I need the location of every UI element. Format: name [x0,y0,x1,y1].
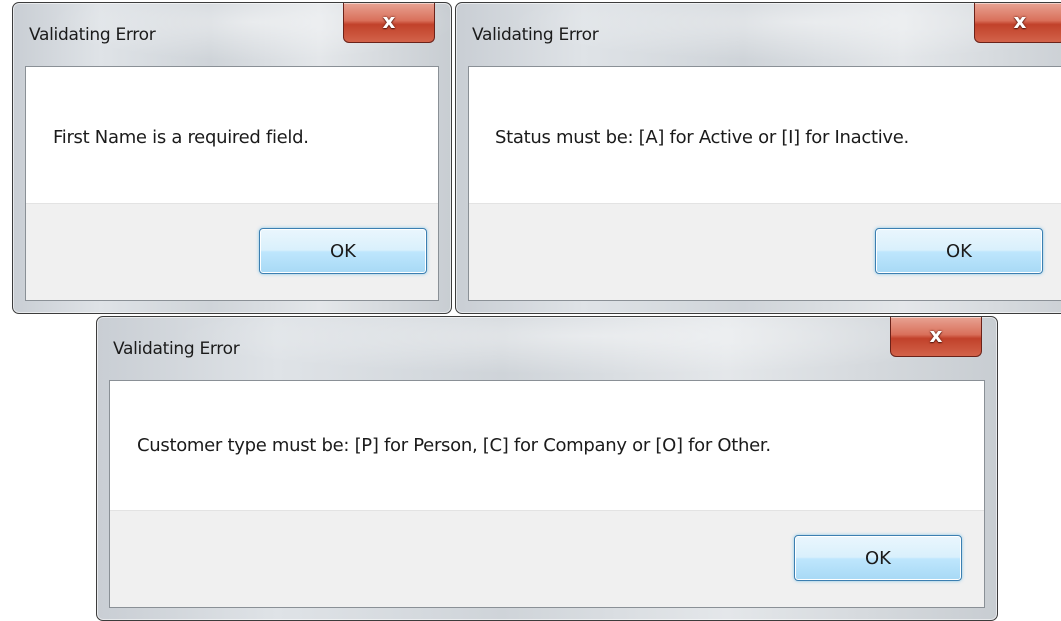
title-bar[interactable]: Validating Error x [13,3,451,67]
title-bar[interactable]: Validating Error x [97,317,997,381]
dialog-title: Validating Error [113,339,240,359]
close-icon: x [1013,9,1027,33]
dialog-content: First Name is a required field. OK [25,66,439,301]
dialog-content: Status must be: [A] for Active or [I] fo… [468,66,1061,301]
screen: Validating Error x First Name is a requi… [0,0,1061,621]
close-icon: x [382,9,396,33]
title-bar[interactable]: Validating Error x [456,3,1061,67]
validating-error-dialog-first-name: Validating Error x First Name is a requi… [12,2,452,314]
dialog-title: Validating Error [472,25,599,45]
close-button[interactable]: x [890,317,982,357]
error-message: Status must be: [A] for Active or [I] fo… [495,127,909,148]
close-button[interactable]: x [343,3,435,43]
close-button[interactable]: x [974,3,1061,43]
validating-error-dialog-status: Validating Error x Status must be: [A] f… [455,2,1061,314]
close-icon: x [929,323,943,347]
validating-error-dialog-customer-type: Validating Error x Customer type must be… [96,316,998,621]
dialog-title: Validating Error [29,25,156,45]
dialog-footer: OK [110,510,984,607]
error-message: First Name is a required field. [53,127,309,148]
dialog-footer: OK [469,203,1061,300]
ok-button[interactable]: OK [875,228,1043,274]
ok-button[interactable]: OK [794,535,962,581]
dialog-footer: OK [26,203,438,300]
dialog-content: Customer type must be: [P] for Person, [… [109,380,985,608]
ok-button[interactable]: OK [259,228,427,274]
error-message: Customer type must be: [P] for Person, [… [137,435,771,456]
